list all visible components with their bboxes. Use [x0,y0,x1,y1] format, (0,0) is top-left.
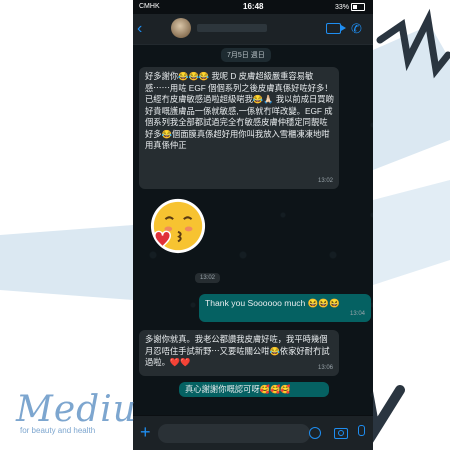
phone-call-icon[interactable]: ✆ [351,21,362,37]
message-text: 真心謝謝你嘅認可呀🥰🥰🥰 [185,384,291,394]
message-time: 13:02 [195,273,221,283]
message-time: 13:04 [349,310,365,317]
message-text: 好多謝你😂😂😂 我呢 D 皮膚超級嚴重容易敏感⋯⋯用咗 EGF 個個系列之後皮膚… [145,71,334,150]
message-text: 多謝你就真。我老公都讚我皮膚好咗，我平時幾個月忍唔住手試新野⋯又要咗關公咁😂依家… [145,334,330,367]
composer-bar: + [133,416,373,450]
status-bar: CMHK 16:48 33% [133,0,373,14]
carrier-label: CMHK [139,3,160,10]
avatar[interactable] [171,18,191,38]
outgoing-message[interactable]: Thank you Soooooo much 😆😆😆 13:04 [199,294,371,322]
kissing-face-sticker[interactable] [149,197,207,255]
incoming-message[interactable]: 多謝你就真。我老公都讚我皮膚好咗，我平時幾個月忍唔住手試新野⋯又要咗關公咁😂依家… [139,330,339,376]
date-separator: 7月5日 週日 [221,48,271,62]
video-call-icon[interactable] [326,23,346,34]
brand-tagline: for beauty and health [20,426,96,435]
chat-header: ‹ ✆ [133,14,373,45]
brand-logo: Mediu [16,389,137,430]
message-input[interactable] [158,424,310,443]
message-time: 13:06 [317,364,333,371]
back-chevron-icon[interactable]: ‹ [137,20,142,38]
sticker-icon[interactable] [309,427,321,439]
phone-screen: CMHK 16:48 33% ‹ ✆ 7月5日 週日 好多謝你😂😂😂 我呢 D … [133,0,373,450]
microphone-icon[interactable] [358,425,365,436]
battery-icon [351,3,365,11]
plus-icon[interactable]: + [140,423,151,441]
message-text: Thank you Soooooo much 😆😆😆 [205,298,340,308]
incoming-message[interactable]: 好多謝你😂😂😂 我呢 D 皮膚超級嚴重容易敏感⋯⋯用咗 EGF 個個系列之後皮膚… [139,67,339,189]
chat-area[interactable]: 7月5日 週日 好多謝你😂😂😂 我呢 D 皮膚超級嚴重容易敏感⋯⋯用咗 EGF … [133,45,373,415]
clock: 16:48 [243,2,264,11]
battery-indicator: 33% [335,3,365,11]
contact-name-redacted[interactable] [197,24,267,32]
message-time: 13:02 [317,177,333,184]
outgoing-message[interactable]: 真心謝謝你嘅認可呀🥰🥰🥰 [179,382,329,397]
camera-icon[interactable] [334,428,348,439]
